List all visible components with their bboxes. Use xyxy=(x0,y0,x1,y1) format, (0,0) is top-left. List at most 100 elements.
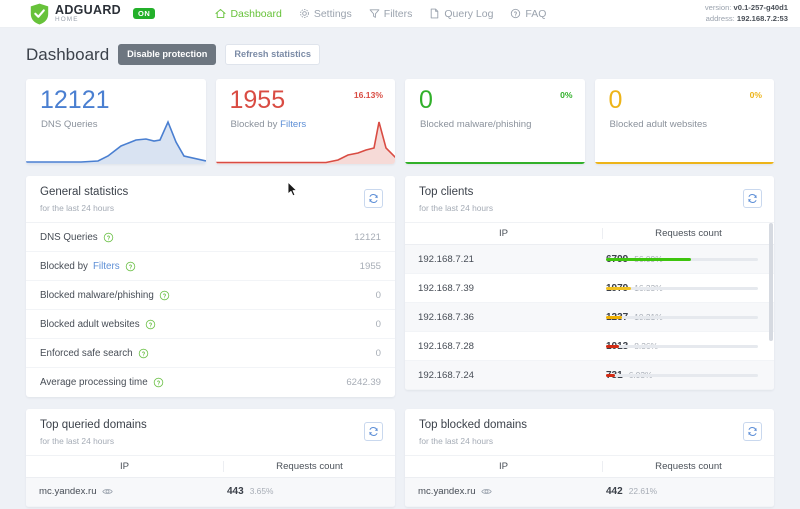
stat-value: 0 xyxy=(375,347,381,359)
counter-card-dns-queries[interactable]: 12121 DNS Queries xyxy=(26,79,206,165)
help-icon[interactable] xyxy=(159,290,170,301)
requests-percent: 22.61% xyxy=(628,486,658,497)
top-queried-domains-column: Top queried domains for the last 24 hour… xyxy=(26,409,395,507)
card-title: Top blocked domains xyxy=(419,419,528,431)
nav-label-query-log: Query Log xyxy=(444,7,494,20)
table-header-row: IP Requests count xyxy=(405,456,774,478)
stat-row: Blocked adult websites 0 xyxy=(26,310,395,339)
stat-row: Blocked by Filters 1955 xyxy=(26,252,395,281)
help-icon[interactable] xyxy=(103,232,114,243)
progress-fill xyxy=(606,258,692,261)
stat-value: 1955 xyxy=(359,260,381,272)
counter-card-blocked-malware[interactable]: 0 Blocked malware/phishing 0% xyxy=(405,79,585,165)
stat-row: Enforced safe search 0 xyxy=(26,339,395,368)
protection-status-badge[interactable]: ON xyxy=(133,7,156,20)
nav-label-settings: Settings xyxy=(313,7,352,20)
counter-value: 0 xyxy=(608,86,623,115)
stat-row: Average processing time 6242.39 xyxy=(26,368,395,397)
counter-card-blocked-adult[interactable]: 0 Blocked adult websites 0% xyxy=(594,79,774,165)
table-header-row: IP Requests count xyxy=(26,456,395,478)
brand-logo[interactable]: ADGUARD HOME ON xyxy=(0,3,156,25)
top-blocked-domains-card: Top blocked domains for the last 24 hour… xyxy=(405,409,774,507)
page-title: Dashboard xyxy=(26,44,110,64)
domains-row: Top queried domains for the last 24 hour… xyxy=(26,409,774,507)
eye-icon[interactable] xyxy=(480,486,492,497)
stat-value: 12121 xyxy=(354,231,381,243)
refresh-icon xyxy=(748,194,757,204)
top-queried-domains-card: Top queried domains for the last 24 hour… xyxy=(26,409,395,507)
table-row[interactable]: 192.168.7.21 6799 56.09% xyxy=(405,245,774,274)
column-header-ip[interactable]: IP xyxy=(26,461,223,472)
column-header-requests-count[interactable]: Requests count xyxy=(602,228,774,239)
counter-card-blocked-by-filters[interactable]: 1955 Blocked by Filters 16.13% xyxy=(215,79,395,165)
address-label: address: xyxy=(705,14,735,23)
cell-ip: 192.168.7.39 xyxy=(418,282,475,294)
nav-item-dashboard[interactable]: Dashboard xyxy=(215,8,282,20)
column-header-requests-count[interactable]: Requests count xyxy=(223,460,395,472)
table-row[interactable]: 192.168.7.36 1237 10.21% xyxy=(405,303,774,332)
blocked-filters-sparkline xyxy=(215,121,395,165)
funnel-icon xyxy=(369,9,380,18)
counter-percent: 16.13% xyxy=(353,90,383,101)
cell-requests: 1013 8.36% xyxy=(602,341,774,352)
eye-icon[interactable] xyxy=(101,486,113,497)
top-queried-domains-header: Top queried domains for the last 24 hour… xyxy=(26,409,395,456)
version-label: version: xyxy=(704,3,732,12)
table-row[interactable]: mc.yandex.ru 442 22.61% xyxy=(405,477,774,507)
stat-value: 0 xyxy=(375,318,381,330)
counter-percent: 0% xyxy=(560,90,573,101)
counter-value: 12121 xyxy=(40,86,110,115)
stat-value: 0 xyxy=(375,289,381,301)
top-blocked-domains-refresh-button[interactable] xyxy=(743,422,762,441)
refresh-icon xyxy=(369,194,378,204)
dashboard-page: Dashboard Disable protection Refresh sta… xyxy=(0,28,800,507)
top-clients-header: Top clients for the last 24 hours xyxy=(405,176,774,223)
stat-name: Average processing time xyxy=(40,377,164,388)
nav-item-query-log[interactable]: Query Log xyxy=(429,8,493,20)
column-header-ip[interactable]: IP xyxy=(405,461,602,472)
table-row[interactable]: 192.168.7.24 731 6.03% xyxy=(405,361,774,390)
page-header: Dashboard Disable protection Refresh sta… xyxy=(26,44,774,66)
progress-track xyxy=(606,374,758,377)
help-icon[interactable] xyxy=(125,261,136,272)
general-statistics-refresh-button[interactable] xyxy=(364,189,383,209)
question-circle-icon xyxy=(511,8,521,19)
counter-label: Blocked malware/phishing xyxy=(420,119,532,131)
table-row[interactable]: 192.168.7.28 1013 8.36% xyxy=(405,332,774,361)
help-icon[interactable] xyxy=(153,377,164,388)
nav-item-settings[interactable]: Settings xyxy=(299,8,352,20)
stat-label: Blocked malware/phishing xyxy=(40,289,154,301)
column-header-ip[interactable]: IP xyxy=(405,228,602,239)
cell-requests: 443 3.65% xyxy=(223,486,395,497)
stat-name: Blocked adult websites xyxy=(40,319,156,330)
document-icon xyxy=(431,8,439,19)
card-title: Top clients xyxy=(419,186,474,199)
cell-ip: 192.168.7.36 xyxy=(418,311,475,323)
refresh-icon xyxy=(369,427,378,436)
stat-name: Enforced safe search xyxy=(40,348,149,359)
counter-label: Blocked adult websites xyxy=(609,119,708,131)
requests-count: 442 xyxy=(606,486,623,498)
stat-label: Blocked adult websites xyxy=(40,318,140,330)
disable-protection-button[interactable]: Disable protection xyxy=(118,44,217,66)
card-title: Top queried domains xyxy=(40,419,147,431)
shield-check-icon xyxy=(30,3,49,24)
table-header-row: IP Requests count xyxy=(405,223,774,245)
cell-ip: 192.168.7.24 xyxy=(418,369,475,381)
table-row[interactable]: mc.yandex.ru 443 3.65% xyxy=(26,477,395,507)
help-icon[interactable] xyxy=(145,319,156,330)
nav-item-filters[interactable]: Filters xyxy=(369,8,412,20)
cell-domain: mc.yandex.ru xyxy=(405,486,602,497)
dns-queries-sparkline xyxy=(26,120,206,165)
nav-item-faq[interactable]: FAQ xyxy=(510,8,546,20)
cell-requests: 1979 16.33% xyxy=(602,283,774,294)
filters-link[interactable]: Filters xyxy=(93,261,120,272)
table-scrollbar[interactable] xyxy=(769,223,773,341)
refresh-statistics-button[interactable]: Refresh statistics xyxy=(225,44,320,66)
top-clients-refresh-button[interactable] xyxy=(743,189,762,209)
top-blocked-domains-header: Top blocked domains for the last 24 hour… xyxy=(405,409,774,456)
help-icon[interactable] xyxy=(138,348,149,359)
top-queried-domains-refresh-button[interactable] xyxy=(364,422,383,441)
column-header-requests-count[interactable]: Requests count xyxy=(602,460,774,472)
table-row[interactable]: 192.168.7.39 1979 16.33% xyxy=(405,274,774,303)
